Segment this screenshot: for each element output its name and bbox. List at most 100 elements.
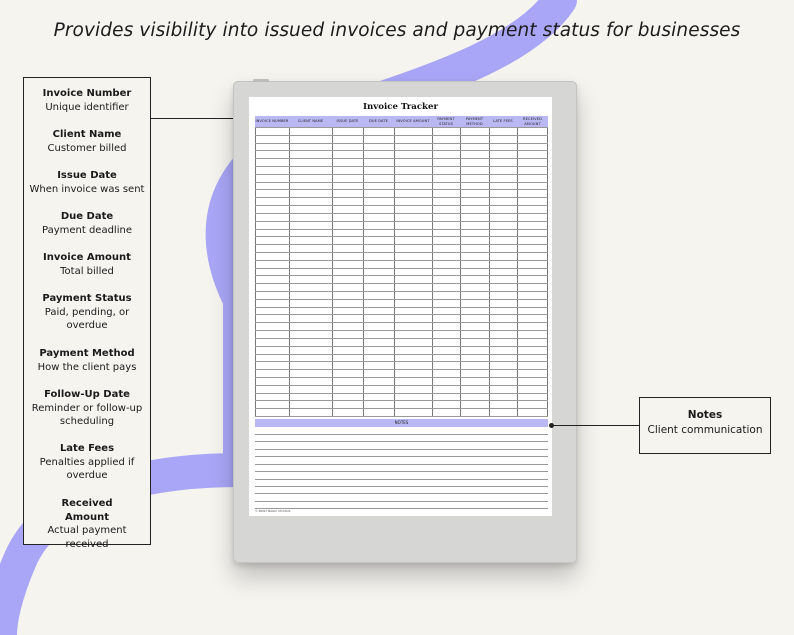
table-row-line (255, 236, 548, 237)
notes-line (255, 448, 548, 450)
column-header: Invoice Number (255, 119, 289, 124)
table-column-divider (255, 127, 256, 416)
legend-title: Due Date (60, 211, 114, 222)
notes-callout: Notes Client communication (639, 397, 771, 454)
legend-item: Payment Status Paid, pending, or overdue (24, 292, 150, 333)
legend-item: Payment Method How the client pays (24, 347, 150, 374)
notes-line (255, 508, 548, 509)
column-header: Received Amount (523, 117, 542, 126)
table-row-line (255, 150, 548, 152)
table-row-line (255, 134, 548, 136)
notes-leader-line (552, 425, 639, 426)
table-row-line (255, 369, 548, 370)
notes-callout-desc: Client communication (647, 424, 763, 436)
table-row-line (255, 173, 548, 175)
table-row-line (255, 267, 548, 269)
table-row-line (255, 314, 548, 316)
table-column-divider (547, 127, 548, 416)
legend-title: Invoice Number (42, 88, 132, 99)
table-row-line (255, 291, 548, 292)
notes-header: NOTES (255, 419, 548, 427)
table-row-line (255, 228, 548, 230)
legend-desc: Reminder or follow-up scheduling (31, 402, 143, 428)
sheet-title: Invoice Tracker (363, 102, 438, 112)
legend-title: Received Amount (61, 498, 113, 523)
notes-line (255, 500, 548, 502)
table-row-line (255, 251, 548, 253)
notes-leader-dot (549, 422, 554, 428)
table-row-line (255, 212, 548, 214)
table-row-line (255, 400, 548, 401)
table-row-line (255, 197, 548, 198)
legend-item: Follow-Up Date Reminder or follow-up sch… (24, 388, 150, 429)
legend-desc: Actual payment received (47, 525, 127, 550)
legend-desc: Total billed (60, 265, 114, 277)
legend-desc: Payment deadline (42, 224, 132, 236)
notes-line (255, 433, 548, 435)
table-row-line (255, 337, 548, 339)
device-screen: Invoice Tracker Invoice Number Client Na… (249, 97, 552, 516)
column-header: Late Fees (493, 119, 513, 124)
table-row-line (255, 416, 548, 417)
legend-desc: How the client pays (37, 361, 137, 373)
legend-desc: Unique identifier (45, 101, 129, 113)
table-row-line (255, 392, 548, 394)
table-row-line (255, 376, 548, 378)
legend-item: Late Fees Penalties applied if overdue (24, 442, 150, 483)
notes-line (255, 463, 548, 465)
table-row-line (255, 298, 548, 300)
legend-title: Client Name (52, 129, 122, 140)
table-row-line (255, 408, 548, 409)
legend-desc: Paid, pending, or overdue (44, 306, 130, 332)
table-row-line (255, 330, 548, 331)
invoice-table-body (255, 127, 548, 417)
table-column-divider (289, 127, 290, 416)
legend-title: Invoice Amount (43, 252, 131, 263)
table-row-line (255, 189, 548, 191)
table-column-divider (489, 127, 490, 416)
headline: Provides visibility into issued invoices… (53, 20, 741, 41)
notes-area (255, 427, 548, 509)
field-legend: Invoice Number Unique identifier Client … (23, 77, 151, 550)
table-row-line (255, 181, 548, 183)
table-row-line (255, 345, 548, 347)
legend-title: Payment Method (39, 348, 135, 359)
legend-item: Received Amount Actual payment received (24, 497, 150, 551)
legend-title: Late Fees (59, 443, 115, 454)
credit-text: © PRINT MAGIC STUDIOS (255, 509, 291, 513)
column-header: Invoice Amount (396, 119, 430, 124)
notes-line (255, 493, 548, 495)
table-column-divider (394, 127, 395, 416)
notes-callout-title: Notes (687, 409, 723, 421)
table-row-line (255, 158, 548, 159)
table-row-line (255, 205, 548, 206)
column-header: Payment Status (437, 117, 455, 126)
column-header: Payment Method (465, 117, 484, 126)
legend-item: Invoice Number Unique identifier (24, 87, 150, 114)
table-row-line (255, 384, 548, 386)
column-header: Issue Date (336, 119, 359, 124)
legend-desc: Penalties applied if overdue (39, 456, 135, 482)
legend-item: Issue Date When invoice was sent (24, 169, 150, 196)
table-row-line (255, 220, 548, 222)
table-column-divider (332, 127, 333, 416)
column-header: Client Name (297, 119, 324, 124)
table-row-line (255, 275, 548, 276)
notes-line (255, 456, 548, 457)
legend-item: Client Name Customer billed (24, 128, 150, 155)
table-row-line (255, 353, 548, 355)
legend-title: Issue Date (57, 170, 117, 181)
column-header: Due Date (369, 119, 388, 124)
legend-desc: Customer billed (47, 142, 127, 154)
table-row-line (255, 244, 548, 245)
table-column-divider (517, 127, 518, 416)
notes-line (255, 478, 548, 480)
table-row-line (255, 142, 548, 144)
table-row-line (255, 166, 548, 167)
table-row-line (255, 127, 548, 128)
table-column-divider (363, 127, 364, 416)
table-row-line (255, 361, 548, 362)
legend-item: Invoice Amount Total billed (24, 251, 150, 278)
table-column-divider (460, 127, 461, 416)
table-row-line (255, 306, 548, 308)
